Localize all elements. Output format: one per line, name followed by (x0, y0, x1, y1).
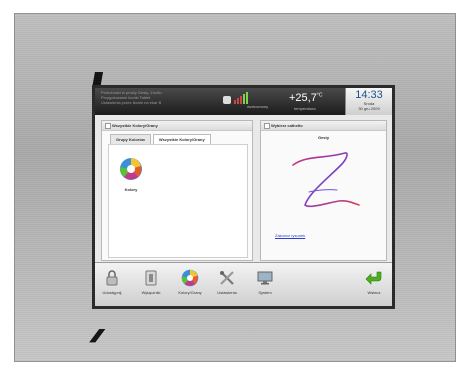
clock-box[interactable]: 14:33 Sroda 30 gru 2009 (345, 88, 392, 115)
colors-item-label: Kolory (124, 187, 138, 192)
tools-icon (220, 271, 234, 285)
panel-checkbox[interactable] (264, 123, 270, 129)
color-palette-icon[interactable] (119, 157, 143, 181)
share-label: Udostępnij (102, 290, 122, 295)
back-label: Wstecz (367, 290, 381, 295)
temperature-unit: °C (316, 92, 323, 99)
switches-button[interactable]: Wyłączniki (137, 269, 165, 295)
panel-title: Wszystkie Kolory/Grany (102, 121, 252, 131)
temperature-value: +25,7°C (289, 92, 322, 104)
gesture-subtitle: Gesty (317, 135, 330, 140)
touch-screen: Przechodzi w prosty Gesty, Zrodlo Przygo… (92, 85, 395, 309)
clock-date: 30 gru 2009 (358, 106, 380, 111)
settings-button[interactable]: Ustawienia (213, 269, 241, 295)
panel-title-text: Wybierz cathetlo (271, 123, 303, 128)
signal-label: wzmocnony (247, 104, 269, 109)
temperature-number: +25,7 (289, 92, 317, 104)
gesture-drawing[interactable] (279, 145, 369, 225)
temperature-label: temperatura (294, 106, 316, 111)
clock-time: 14:33 (355, 89, 383, 101)
switches-label: Wyłączniki (141, 290, 161, 295)
gesture-panel: Wybierz cathetlo Gesty Zakoncz rysunek (260, 120, 387, 261)
colors-panel: Wszystkie Kolory/Grany Grupy Kolorów Wsz… (101, 120, 253, 261)
share-button[interactable]: Udostępnij (98, 269, 126, 295)
status-icons (223, 92, 248, 104)
status-bar: Przechodzi w prosty Gesty, Zrodlo Przygo… (95, 88, 392, 115)
brand-mark-bottom: /// (88, 326, 102, 346)
padlock-icon (106, 270, 118, 286)
message-list: Przechodzi w prosty Gesty, Zrodlo Przygo… (101, 90, 219, 105)
colors-button[interactable]: Kolory/Grany (176, 269, 204, 295)
system-label: System (258, 290, 272, 295)
signal-icon (234, 92, 248, 104)
panel-title: Wybierz cathetlo (261, 121, 386, 131)
panel-title-text: Wszystkie Kolory/Grany (112, 123, 158, 128)
bottom-toolbar: Udostępnij Wyłączniki Kolory/Grany Ustaw… (95, 262, 392, 306)
back-button[interactable]: Wstecz (360, 269, 388, 295)
tab-content: Kolory (108, 144, 248, 258)
colors-label: Kolory/Grany (178, 290, 202, 295)
color-palette-icon (181, 269, 199, 287)
wrench-icon[interactable] (223, 96, 231, 104)
switch-icon (145, 270, 157, 286)
monitor-icon (257, 271, 273, 285)
finish-drawing-link[interactable]: Zakoncz rysunek (275, 233, 305, 238)
message-line: Ustawienia przez Ikonki na ekar B (101, 100, 162, 105)
back-arrow-icon (365, 271, 382, 285)
panel-checkbox[interactable] (105, 123, 111, 129)
system-button[interactable]: System (251, 269, 279, 295)
settings-label: Ustawienia (217, 290, 237, 295)
